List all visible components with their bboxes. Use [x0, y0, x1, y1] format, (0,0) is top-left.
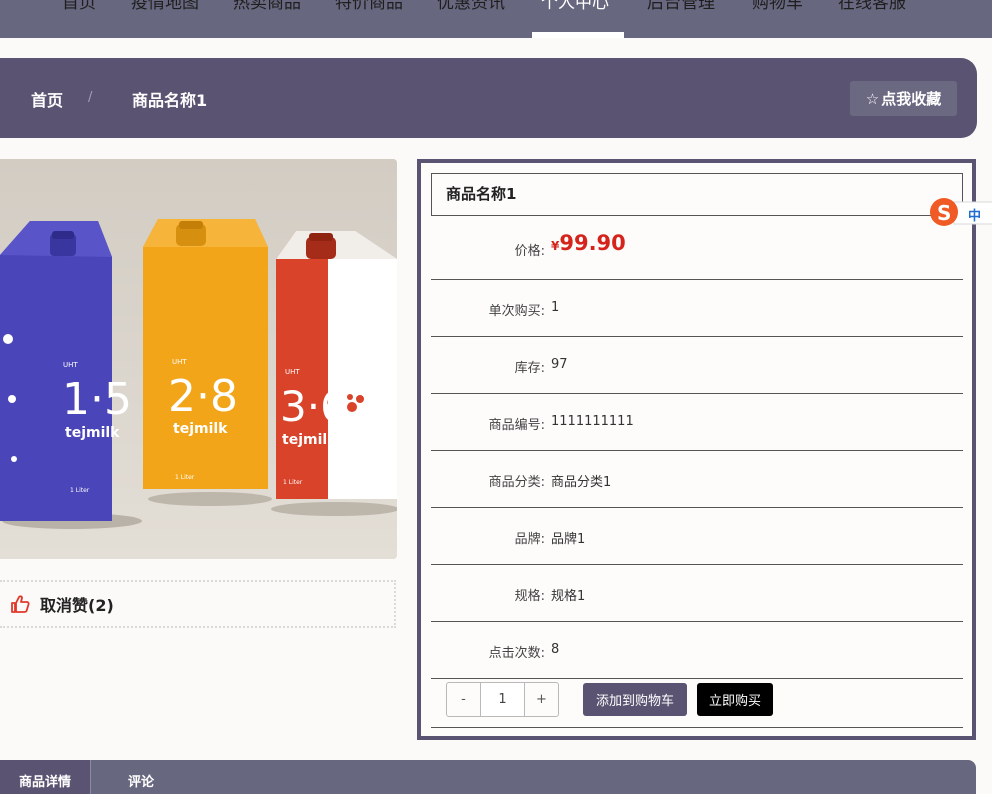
quantity-decrement-button[interactable]: - — [447, 683, 480, 716]
field-label: 品牌: — [514, 532, 545, 547]
breadcrumb-separator: / — [88, 90, 93, 105]
field-label: 点击次数: — [488, 646, 545, 661]
product-image: 1·5 tejmilk UHT 1 Liter 2·8 tejmilk UHT … — [0, 159, 397, 559]
nav-active-indicator — [532, 32, 624, 38]
detail-tabs: 商品详情 评论 — [0, 760, 976, 794]
nav-item-home[interactable]: 首页 — [62, 0, 96, 13]
field-label: 单次购买: — [488, 304, 545, 319]
nav-item-special-products[interactable]: 特价商品 — [335, 0, 403, 13]
carton-1-uht: UHT — [63, 361, 78, 369]
field-row: 单次购买: 1 — [431, 280, 963, 337]
field-label: 商品编号: — [488, 418, 545, 433]
field-value: 1 — [551, 300, 560, 315]
field-value: 1111111111 — [551, 414, 634, 429]
sogou-ime-icon: S — [930, 198, 992, 226]
carton-3-brand: tejmilk — [282, 432, 337, 448]
like-toggle[interactable]: 取消赞(2) — [0, 580, 396, 628]
nav-item-hot-products[interactable]: 热卖商品 — [233, 0, 301, 13]
field-label: 规格: — [514, 589, 545, 604]
thumbs-up-icon — [11, 595, 30, 613]
field-value: 商品分类1 — [551, 475, 612, 490]
breadcrumb-home[interactable]: 首页 — [31, 87, 63, 111]
price-label: 价格: — [514, 244, 545, 259]
nav-item-personal-center[interactable]: 个人中心 — [541, 0, 609, 13]
milk-cartons-illustration: 1·5 tejmilk UHT 1 Liter 2·8 tejmilk UHT … — [0, 159, 397, 559]
breadcrumb-current: 商品名称1 — [132, 91, 208, 110]
nav-item-customer-service[interactable]: 在线客服 — [838, 0, 906, 13]
carton-2-number: 2·8 — [168, 371, 238, 422]
carton-1-brand: tejmilk — [65, 425, 120, 441]
carton-3-number: 3·6 — [280, 382, 347, 431]
field-row: 规格: 规格1 — [431, 565, 963, 622]
field-value: 8 — [551, 642, 560, 657]
breadcrumb: 首页 / 商品名称1 ☆ 点我收藏 — [0, 58, 977, 138]
field-row: 库存: 97 — [431, 337, 963, 394]
field-row: 商品分类: 商品分类1 — [431, 451, 963, 508]
field-label: 商品分类: — [488, 475, 545, 490]
like-label: 取消赞(2) — [40, 596, 114, 615]
carton-2-brand: tejmilk — [173, 421, 228, 437]
nav-item-promotions[interactable]: 优惠资讯 — [437, 0, 505, 13]
field-row: 点击次数: 8 — [431, 622, 963, 679]
field-label: 库存: — [514, 361, 545, 376]
product-title: 商品名称1 — [431, 173, 963, 216]
nav-item-cart[interactable]: 购物车 — [752, 0, 803, 13]
quantity-stepper: - + — [446, 682, 559, 717]
price-number: 99.90 — [559, 231, 626, 255]
nav-item-admin[interactable]: 后台管理 — [647, 0, 715, 13]
product-info-panel: 商品名称1 价格: ¥99.90 单次购买: 1 库存: 97 商品编号: 11… — [417, 159, 976, 740]
field-row: 品牌: 品牌1 — [431, 508, 963, 565]
nav-item-epidemic-map[interactable]: 疫情地图 — [131, 0, 199, 13]
buy-now-button[interactable]: 立即购买 — [697, 683, 773, 716]
carton-1-number: 1·5 — [62, 374, 132, 425]
carton-1-volume: 1 Liter — [70, 487, 90, 494]
quantity-increment-button[interactable]: + — [525, 683, 558, 716]
add-to-cart-button[interactable]: 添加到购物车 — [583, 683, 687, 716]
ime-mode-label: 中 — [968, 209, 982, 224]
tab-product-details[interactable]: 商品详情 — [0, 760, 91, 794]
field-row: 商品编号: 1111111111 — [431, 394, 963, 451]
carton-2-volume: 1 Liter — [175, 474, 195, 481]
star-icon: ☆ — [865, 89, 880, 108]
field-value: 规格1 — [551, 589, 586, 604]
carton-3-volume: 1 Liter — [283, 479, 303, 486]
tab-comments[interactable]: 评论 — [91, 760, 191, 794]
favorite-button-label: 点我收藏 — [881, 90, 942, 108]
ime-badge[interactable]: S 中 — [928, 198, 992, 228]
carton-3-uht: UHT — [285, 368, 300, 376]
field-value: 97 — [551, 357, 568, 372]
field-value: 品牌1 — [551, 532, 586, 547]
carton-2-uht: UHT — [172, 358, 187, 366]
top-nav: 首页 疫情地图 热卖商品 特价商品 优惠资讯 个人中心 后台管理 购物车 在线客… — [0, 0, 992, 38]
price-row: 价格: ¥99.90 — [431, 216, 963, 280]
price-value: ¥99.90 — [551, 231, 626, 255]
quantity-input[interactable] — [480, 683, 525, 716]
favorite-button[interactable]: ☆ 点我收藏 — [850, 81, 957, 116]
svg-text:S: S — [937, 201, 951, 225]
